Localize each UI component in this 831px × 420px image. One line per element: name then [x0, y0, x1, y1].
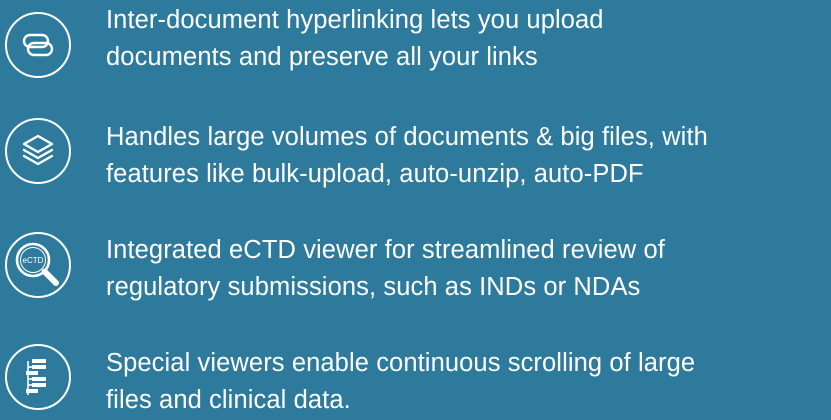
file-tree-icon [5, 344, 71, 410]
feature-line-1: Inter-document hyperlinking lets you upl… [106, 6, 604, 34]
feature-line-2: features like bulk-upload, auto-unzip, a… [106, 160, 644, 188]
feature-line-1: Handles large volumes of documents & big… [106, 123, 708, 151]
feature-line-1: Integrated eCTD viewer for streamlined r… [106, 236, 665, 264]
feature-text: Inter-document hyperlinking lets you upl… [106, 2, 831, 76]
feature-line-2: documents and preserve all your links [106, 43, 538, 71]
feature-line-2: files and clinical data. [106, 386, 351, 414]
magnifier-icon: eCTD [5, 232, 71, 298]
ectd-icon-label: eCTD [23, 256, 44, 265]
layers-icon [5, 118, 71, 184]
link-icon [5, 12, 71, 78]
feature-text: Handles large volumes of documents & big… [106, 119, 831, 193]
feature-line-2: regulatory submissions, such as INDs or … [106, 273, 641, 301]
feature-text: Integrated eCTD viewer for streamlined r… [106, 232, 831, 306]
feature-line-1: Special viewers enable continuous scroll… [106, 349, 696, 377]
feature-text: Special viewers enable continuous scroll… [106, 345, 831, 419]
